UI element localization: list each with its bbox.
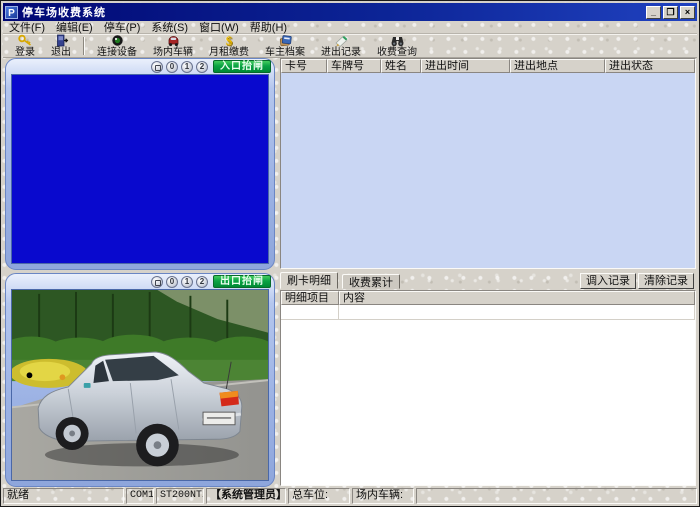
status-operator: 【系统管理员】 — [206, 488, 286, 504]
load-records-button[interactable]: 调入记录 — [580, 273, 636, 289]
toolbar-label: 场内车辆 — [153, 48, 193, 58]
entrance-video-screen — [11, 74, 269, 264]
status-bar: 就绪 COM1 ST200NT2 【系统管理员】 总车位: 场内车辆: — [3, 487, 697, 504]
binoculars-icon — [390, 34, 405, 47]
detail-tabs-row: 刷卡明细 收费累计 调入记录 清除记录 — [280, 272, 696, 290]
records-table-body — [281, 73, 695, 268]
records-column-name[interactable]: 姓名 — [381, 59, 421, 73]
detail-table-header: 明细项目 内容 — [281, 291, 695, 305]
restore-button[interactable]: ❐ — [663, 6, 678, 19]
detail-column-content[interactable]: 内容 — [339, 291, 695, 305]
entrance-camera-panel: 0 1 2 入口抬闸 — [5, 58, 275, 270]
toolbar-label: 退出 — [51, 48, 71, 58]
records-column-status[interactable]: 进出状态 — [605, 59, 695, 73]
toolbar-separator — [83, 37, 85, 55]
exit-gate-open-button[interactable]: 出口抬闸 — [213, 275, 271, 288]
entrance-gate-open-button[interactable]: 入口抬闸 — [213, 60, 271, 73]
toolbar-label: 连接设备 — [97, 48, 137, 58]
toolbar-label: 月租缴费 — [209, 48, 249, 58]
toolbar: 登录 退出 连接设备 场内车辆 $ 月租缴费 — [3, 34, 697, 58]
toolbar-label: 进出记录 — [321, 48, 361, 58]
menu-system[interactable]: 系统(S) — [149, 19, 197, 35]
detail-column-item[interactable]: 明细项目 — [281, 291, 339, 305]
tab-fee-total[interactable]: 收费累计 — [342, 274, 400, 289]
owner-files-button[interactable]: 车主档案 — [257, 35, 313, 57]
channel-1-button[interactable]: 1 — [181, 276, 193, 288]
toolbar-label: 收费查询 — [377, 48, 417, 58]
menu-edit[interactable]: 编辑(E) — [54, 19, 102, 35]
records-table-header: 卡号 车牌号 姓名 进出时间 进出地点 进出状态 — [281, 59, 695, 73]
channel-1-button[interactable]: 1 — [181, 61, 193, 73]
detail-table: 明细项目 内容 — [280, 290, 696, 486]
channel-2-button[interactable]: 2 — [196, 276, 208, 288]
status-inside-vehicles: 场内车辆: — [352, 488, 414, 504]
records-column-plate-no[interactable]: 车牌号 — [327, 59, 381, 73]
exit-panel-header: 0 1 2 出口抬闸 — [6, 275, 274, 288]
exit-video-screen — [11, 289, 269, 481]
car-icon — [166, 34, 181, 47]
records-column-card-no[interactable]: 卡号 — [281, 59, 327, 73]
exit-camera-panel: 0 1 2 出口抬闸 — [5, 273, 275, 487]
camera-select-button[interactable] — [151, 61, 163, 73]
vehicles-in-lot-button[interactable]: 场内车辆 — [145, 35, 201, 57]
close-button[interactable]: × — [680, 6, 695, 19]
logout-button[interactable]: 退出 — [43, 35, 79, 57]
detail-empty-row — [281, 305, 695, 320]
channel-0-button[interactable]: 0 — [166, 276, 178, 288]
archive-books-icon — [278, 34, 293, 47]
entrance-panel-header: 0 1 2 入口抬闸 — [6, 60, 274, 73]
minimize-button[interactable]: _ — [646, 6, 661, 19]
records-column-time[interactable]: 进出时间 — [421, 59, 510, 73]
connect-device-button[interactable]: 连接设备 — [89, 35, 145, 57]
toolbar-label: 车主档案 — [265, 48, 305, 58]
menu-window[interactable]: 窗口(W) — [197, 19, 248, 35]
pen-record-icon — [334, 34, 349, 47]
records-table: 卡号 车牌号 姓名 进出时间 进出地点 进出状态 — [280, 58, 696, 269]
status-extra-segment — [416, 488, 697, 504]
camera-lens-icon — [110, 34, 125, 47]
channel-0-button[interactable]: 0 — [166, 61, 178, 73]
toolbar-label: 登录 — [15, 48, 35, 58]
exit-camera-photo — [12, 290, 268, 480]
status-device: ST200NT2 — [156, 488, 204, 504]
menu-help[interactable]: 帮助(H) — [248, 19, 296, 35]
entry-exit-records-button[interactable]: 进出记录 — [313, 35, 369, 57]
exit-door-icon — [54, 34, 69, 47]
records-column-location[interactable]: 进出地点 — [510, 59, 605, 73]
detail-table-body — [281, 320, 695, 485]
tab-card-details[interactable]: 刷卡明细 — [280, 272, 338, 289]
monthly-fee-button[interactable]: $ 月租缴费 — [201, 35, 257, 57]
app-icon: P — [5, 6, 18, 19]
key-icon — [18, 34, 33, 47]
dollar-icon: $ — [226, 34, 233, 47]
login-button[interactable]: 登录 — [7, 35, 43, 57]
channel-2-button[interactable]: 2 — [196, 61, 208, 73]
camera-select-button[interactable] — [151, 276, 163, 288]
fee-query-button[interactable]: 收费查询 — [369, 35, 425, 57]
status-com-port: COM1 — [126, 488, 154, 504]
app-window: P 停车场收费系统 _ ❐ × 文件(F) 编辑(E) 停车(P) 系统(S) … — [0, 0, 700, 507]
status-total-spaces: 总车位: — [288, 488, 350, 504]
menu-bar: 文件(F) 编辑(E) 停车(P) 系统(S) 窗口(W) 帮助(H) — [3, 21, 697, 34]
clear-records-button[interactable]: 清除记录 — [638, 273, 694, 289]
window-title: 停车场收费系统 — [22, 4, 106, 20]
menu-parking[interactable]: 停车(P) — [102, 19, 150, 35]
status-ready: 就绪 — [3, 488, 124, 504]
menu-file[interactable]: 文件(F) — [7, 19, 54, 35]
